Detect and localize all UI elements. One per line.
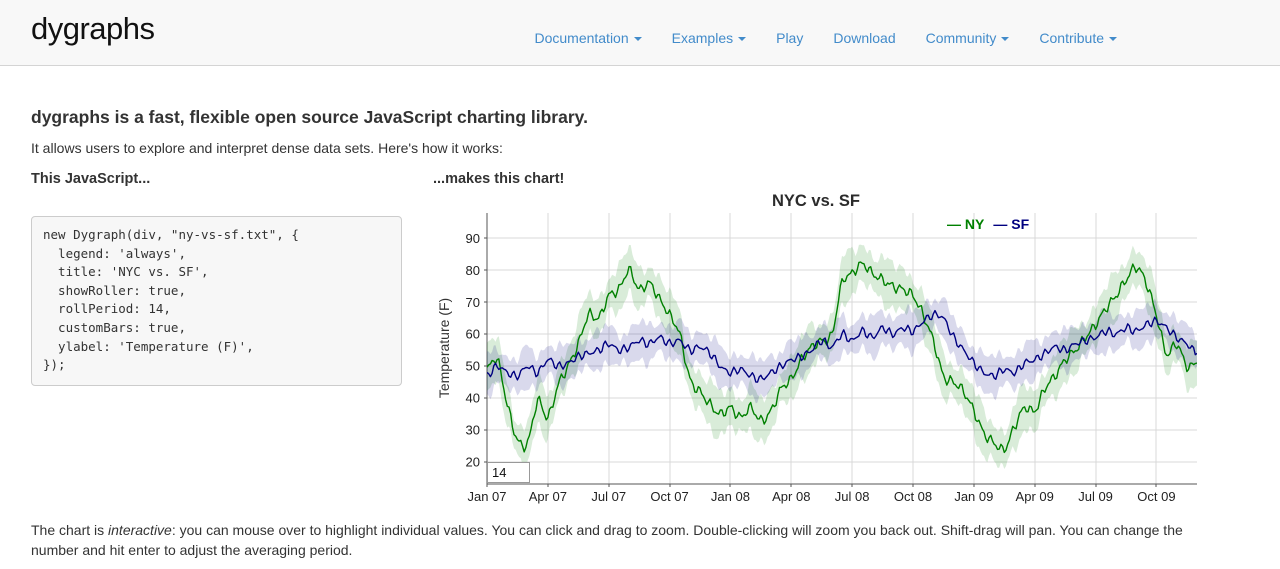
chevron-down-icon	[738, 37, 746, 41]
x-tick-label: Jul 07	[591, 489, 626, 504]
footer-text-end: : you can mouse over to highlight indivi…	[31, 522, 1183, 558]
nav-item-contribute[interactable]: Contribute	[1039, 30, 1117, 46]
code-block: new Dygraph(div, "ny-vs-sf.txt", { legen…	[31, 216, 402, 386]
nav-item-community[interactable]: Community	[926, 30, 1010, 46]
javascript-column: This JavaScript... new Dygraph(div, "ny-…	[31, 171, 402, 505]
legend-entry-sf: — SF	[993, 216, 1029, 232]
chevron-down-icon	[1001, 37, 1009, 41]
intro-text: It allows users to explore and interpret…	[31, 140, 1249, 156]
x-tick-label: Oct 07	[650, 489, 688, 504]
x-tick-label: Apr 07	[529, 489, 567, 504]
x-tick-label: Jan 07	[467, 489, 506, 504]
dygraph-chart: NYC vs. SF Temperature (F) 2030405060708…	[433, 190, 1199, 505]
chart-plot-area[interactable]: 20 30 40 50 60 70 80 90 Jan 07 Apr 07 Jul 07 Oct 07…	[433, 190, 1199, 505]
x-tick-label: Jan 08	[711, 489, 750, 504]
series-layer	[487, 245, 1197, 473]
brand-logo[interactable]: dygraphs	[31, 11, 155, 47]
x-tick-label: Oct 08	[894, 489, 932, 504]
y-tick-label: 90	[466, 231, 480, 246]
y-tick-label: 80	[466, 263, 480, 278]
chevron-down-icon	[1109, 37, 1117, 41]
footer-text-start: The chart is	[31, 522, 108, 538]
chart-column: ...makes this chart! NYC vs. SF Temperat…	[433, 171, 1199, 505]
main-nav: Documentation Examples Play Download Communi…	[534, 30, 1117, 46]
main-content: dygraphs is a fast, flexible open source…	[0, 107, 1280, 560]
nav-item-download[interactable]: Download	[833, 30, 895, 46]
footer-text: The chart is interactive: you can mouse …	[31, 520, 1203, 560]
footer-text-italic: interactive	[108, 522, 172, 538]
nav-item-documentation[interactable]: Documentation	[534, 30, 641, 46]
chart-legend: — NY — SF	[947, 216, 1038, 232]
legend-entry-ny: — NY	[947, 216, 984, 232]
y-tick-label: 70	[466, 295, 480, 310]
x-tick-label: Apr 08	[772, 489, 810, 504]
x-tick-label: Jul 08	[835, 489, 870, 504]
chevron-down-icon	[634, 37, 642, 41]
y-tick-label: 60	[466, 327, 480, 342]
nav-item-play[interactable]: Play	[776, 30, 803, 46]
two-column-demo: This JavaScript... new Dygraph(div, "ny-…	[31, 171, 1249, 505]
x-tick-label: Jul 09	[1078, 489, 1113, 504]
x-tick-label: Jan 09	[954, 489, 993, 504]
x-tick-label: Apr 09	[1016, 489, 1054, 504]
y-tick-label: 50	[466, 359, 480, 374]
nav-item-examples[interactable]: Examples	[672, 30, 746, 46]
navbar: dygraphs Documentation Examples Play Downlo…	[0, 0, 1280, 66]
y-tick-label: 40	[466, 391, 480, 406]
javascript-column-label: This JavaScript...	[31, 171, 402, 190]
page-title: dygraphs is a fast, flexible open source…	[31, 107, 1249, 128]
x-tick-label: Oct 09	[1137, 489, 1175, 504]
y-tick-label: 20	[466, 455, 480, 470]
roll-period-input[interactable]	[487, 462, 530, 483]
chart-column-label: ...makes this chart!	[433, 171, 1199, 190]
code-text: new Dygraph(div, "ny-vs-sf.txt", { legen…	[43, 227, 299, 372]
y-tick-label: 30	[466, 423, 480, 438]
